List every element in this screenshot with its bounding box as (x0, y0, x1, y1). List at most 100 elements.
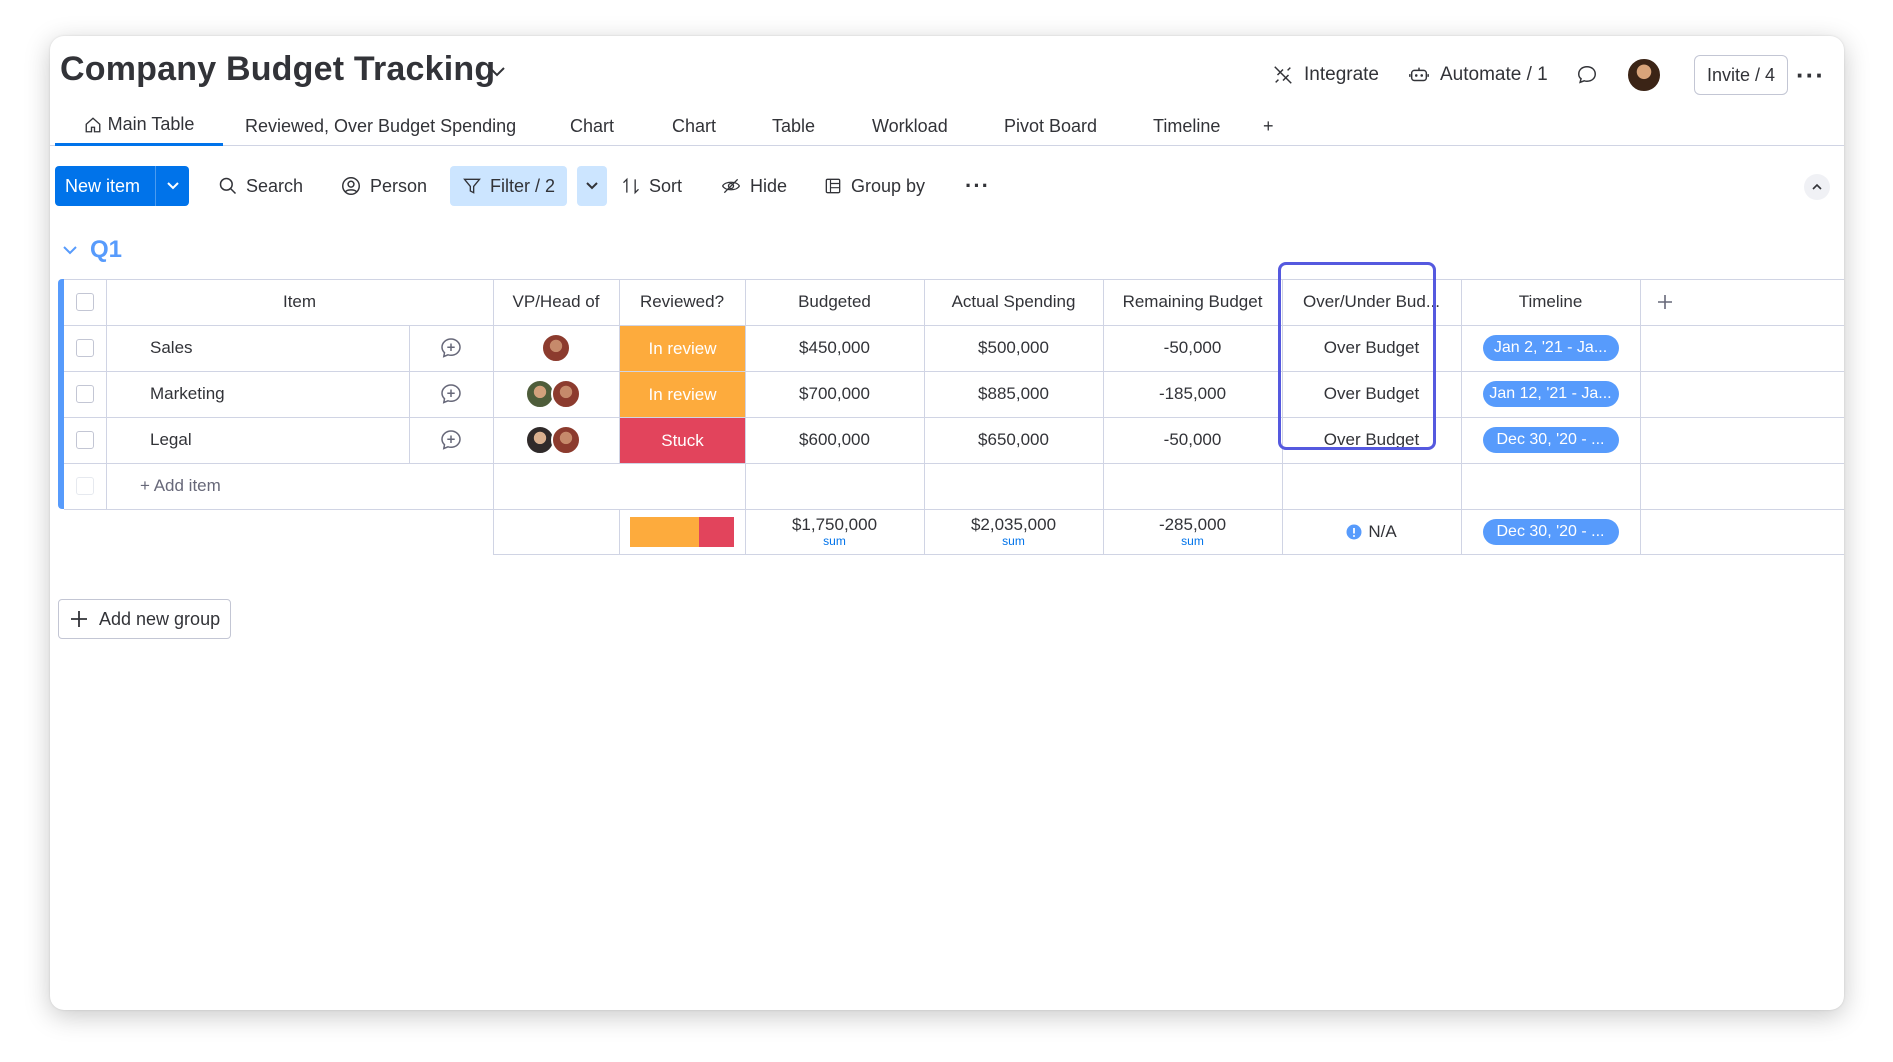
tab-pivot-board[interactable]: Pivot Board (1004, 106, 1097, 146)
vp-cell[interactable] (493, 417, 619, 463)
tab-reviewed-over-budget[interactable]: Reviewed, Over Budget Spending (245, 106, 516, 146)
timeline-pill[interactable]: Jan 12, '21 - Ja... (1482, 381, 1619, 407)
item-name[interactable]: Legal (150, 417, 409, 463)
vp-cell[interactable] (493, 325, 619, 371)
sum-value: -285,000 (1158, 515, 1227, 534)
column-header-actual[interactable]: Actual Spending (924, 279, 1103, 325)
updates-button[interactable] (1576, 56, 1598, 94)
over-under-summary: N/A (1282, 509, 1461, 554)
tab-workload[interactable]: Workload (872, 106, 948, 146)
add-update-button[interactable] (409, 371, 493, 417)
hide-button[interactable]: Hide (720, 166, 787, 206)
timeline-pill[interactable]: Jan 2, '21 - Ja... (1482, 335, 1619, 361)
column-header-item[interactable]: Item (106, 279, 493, 325)
tab-chart-1[interactable]: Chart (570, 106, 614, 146)
automate-label: Automate / 1 (1440, 64, 1548, 85)
timeline-cell[interactable]: Jan 2, '21 - Ja... (1461, 325, 1640, 371)
automate-button[interactable]: Automate / 1 (1408, 56, 1548, 94)
add-column-button[interactable] (1640, 279, 1690, 325)
sort-label: Sort (649, 175, 683, 196)
timeline-summary: Dec 30, '20 - ... (1461, 509, 1640, 554)
tab-label: Workload (872, 115, 948, 136)
collapse-header-button[interactable] (1804, 174, 1830, 200)
tab-label: Reviewed, Over Budget Spending (245, 115, 517, 136)
chevron-down-icon[interactable] (488, 64, 506, 78)
person-filter-button[interactable]: Person (340, 166, 427, 206)
person-label: Person (370, 175, 428, 196)
timeline-cell[interactable]: Jan 12, '21 - Ja... (1461, 371, 1640, 417)
over-under-value: Over Budget (1323, 430, 1420, 449)
user-avatar[interactable] (1626, 56, 1662, 94)
group-by-button[interactable]: Group by (823, 166, 925, 206)
budgeted-value[interactable]: $700,000 (745, 371, 924, 417)
tab-label: Chart (570, 115, 615, 136)
tab-main-table[interactable]: Main Table (55, 106, 223, 146)
tab-timeline[interactable]: Timeline (1153, 106, 1220, 146)
status-badge[interactable]: In review (620, 326, 745, 371)
status-badge[interactable]: Stuck (620, 418, 745, 463)
timeline-pill: Dec 30, '20 - ... (1482, 518, 1619, 545)
add-update-button[interactable] (409, 325, 493, 371)
checkbox[interactable] (76, 293, 94, 311)
robot-icon (1409, 67, 1429, 82)
actual-value[interactable]: $650,000 (924, 417, 1103, 463)
sort-icon (623, 177, 639, 195)
add-update-button[interactable] (409, 417, 493, 463)
group-header-q1[interactable]: Q1 (62, 232, 122, 268)
checkbox[interactable] (76, 385, 94, 403)
budgeted-value[interactable]: $450,000 (745, 325, 924, 371)
row-checkbox[interactable] (64, 417, 106, 463)
status-segment-stuck (699, 516, 734, 547)
invite-button[interactable]: Invite / 4 (1694, 55, 1789, 95)
item-name[interactable]: Sales (150, 325, 409, 371)
integrate-icon (1274, 66, 1292, 84)
status-segment-in-review (630, 516, 700, 547)
actual-value[interactable]: $885,000 (924, 371, 1103, 417)
add-view-label: + (1263, 115, 1274, 136)
new-item-dropdown[interactable] (155, 166, 189, 206)
row-checkbox[interactable] (64, 371, 106, 417)
checkbox[interactable] (76, 431, 94, 449)
search-button[interactable]: Search (218, 166, 303, 206)
sum-value: $2,035,000 (970, 515, 1057, 534)
select-all-checkbox[interactable] (64, 279, 106, 325)
more-dots-icon: ··· (965, 173, 990, 198)
tab-table[interactable]: Table (772, 106, 815, 146)
status-badge[interactable]: In review (620, 372, 745, 417)
add-update-icon (441, 338, 461, 358)
column-header-timeline[interactable]: Timeline (1461, 279, 1640, 325)
sum-label: sum (1181, 534, 1204, 548)
more-options-button[interactable]: ··· (1796, 56, 1825, 94)
column-header-vp[interactable]: VP/Head of (493, 279, 619, 325)
tab-chart-2[interactable]: Chart (672, 106, 716, 146)
column-header-reviewed[interactable]: Reviewed? (619, 279, 745, 325)
add-view-button[interactable]: + (1263, 106, 1274, 146)
timeline-cell[interactable]: Dec 30, '20 - ... (1461, 417, 1640, 463)
item-name[interactable]: Marketing (150, 371, 409, 417)
vp-cell[interactable] (493, 371, 619, 417)
eye-off-icon (721, 178, 741, 194)
add-update-icon (441, 384, 461, 404)
budgeted-value[interactable]: $600,000 (745, 417, 924, 463)
board-title[interactable]: Company Budget Tracking (60, 50, 495, 89)
checkbox[interactable] (76, 339, 94, 357)
chevron-down-icon[interactable] (62, 244, 78, 256)
add-item-input[interactable]: + Add item (140, 463, 440, 509)
column-header-budgeted[interactable]: Budgeted (745, 279, 924, 325)
sort-button[interactable]: Sort (621, 166, 682, 206)
filter-icon (463, 178, 481, 194)
toolbar-more-button[interactable]: ··· (965, 166, 990, 206)
filter-dropdown[interactable] (577, 166, 607, 206)
integrate-button[interactable]: Integrate (1272, 56, 1379, 94)
filter-label: Filter / 2 (490, 175, 556, 196)
group-by-label: Group by (851, 175, 926, 196)
column-header-remaining[interactable]: Remaining Budget (1103, 279, 1282, 325)
group-title[interactable]: Q1 (90, 236, 122, 264)
row-checkbox[interactable] (64, 325, 106, 371)
filter-button[interactable]: Filter / 2 (450, 166, 568, 206)
new-item-button[interactable]: New item (55, 166, 189, 206)
timeline-pill[interactable]: Dec 30, '20 - ... (1482, 427, 1619, 453)
column-header-over-under[interactable]: Over/Under Bud... (1282, 279, 1461, 325)
add-new-group-button[interactable]: Add new group (58, 599, 232, 639)
actual-value[interactable]: $500,000 (924, 325, 1103, 371)
